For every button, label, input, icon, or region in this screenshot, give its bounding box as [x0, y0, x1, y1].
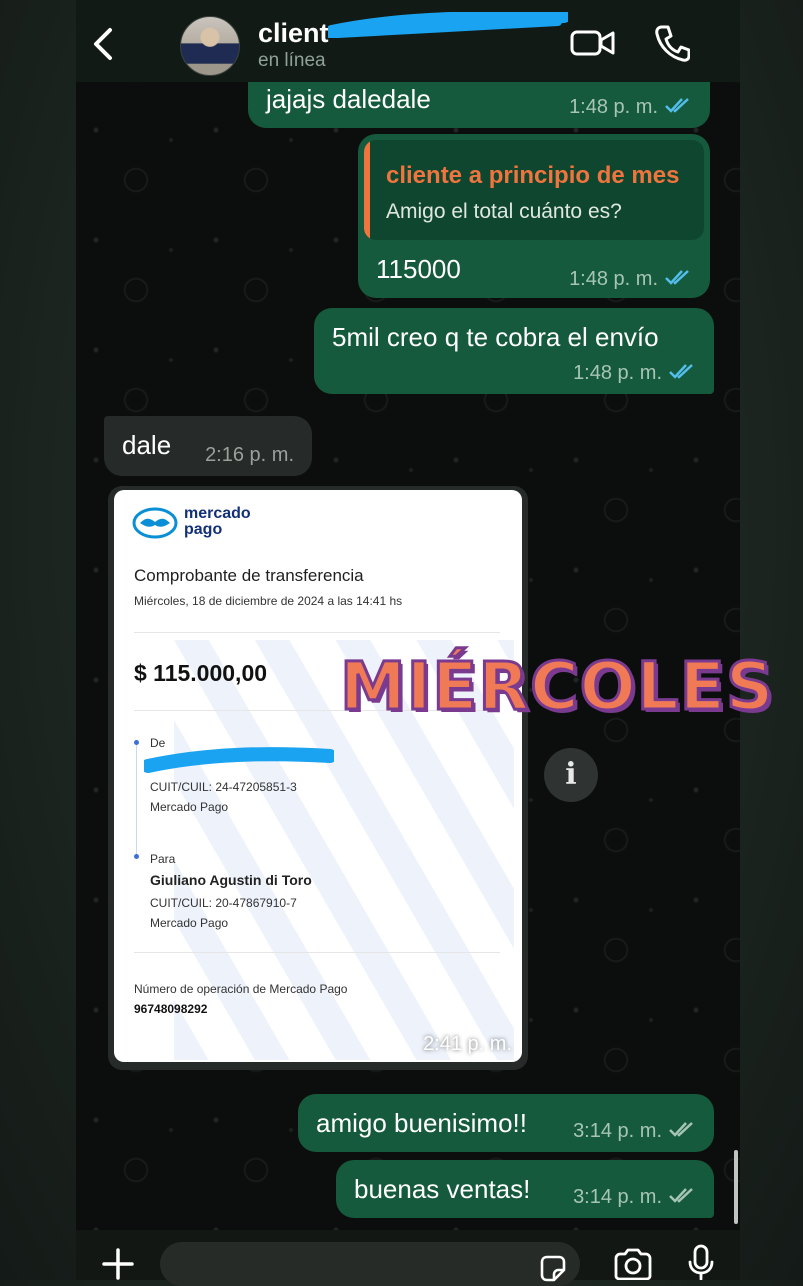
message-time: 3:14 p. m.	[573, 1120, 662, 1142]
microphone-icon[interactable]	[688, 1244, 714, 1280]
timeline-line	[136, 744, 137, 856]
camera-icon[interactable]	[612, 1248, 654, 1280]
to-label: Para	[150, 852, 176, 866]
message-text: amigo buenisimo!!	[316, 1108, 527, 1138]
receipt-date: Miércoles, 18 de diciembre de 2024 a las…	[134, 594, 403, 608]
read-receipt-icon	[665, 270, 689, 285]
message-time: 2:41 p. m.	[423, 1033, 512, 1055]
read-receipt-icon	[665, 98, 689, 113]
timeline-dot-from	[134, 740, 139, 745]
quoted-message[interactable]: cliente a principio de mes Amigo el tota…	[364, 140, 704, 240]
message-time: 1:48 p. m.	[569, 268, 658, 290]
info-icon[interactable]: i	[544, 748, 598, 802]
quote-accent-bar	[364, 140, 370, 240]
from-cuit: CUIT/CUIL: 24-47205851-3	[150, 780, 297, 794]
scrollbar[interactable]	[734, 1150, 738, 1224]
operation-number: 96748098292	[134, 1002, 208, 1016]
message-bubble-outgoing[interactable]: buenas ventas! 3:14 p. m.	[336, 1160, 714, 1218]
input-bar	[76, 1230, 740, 1286]
message-bubble-outgoing[interactable]: amigo buenisimo!! 3:14 p. m.	[298, 1094, 714, 1152]
message-time: 3:14 p. m.	[573, 1186, 662, 1208]
quoted-sender-name: cliente a principio de mes	[386, 162, 680, 189]
brand-line-1: mercado	[184, 505, 251, 522]
receipt-amount: $ 115.000,00	[134, 660, 268, 686]
operation-number-label: Número de operación de Mercado Pago	[134, 982, 348, 996]
from-bank: Mercado Pago	[150, 800, 229, 814]
delivered-receipt-icon	[669, 1188, 693, 1203]
to-cuit: CUIT/CUIL: 20-47867910-7	[150, 896, 297, 910]
delivered-receipt-icon	[669, 1122, 693, 1137]
phone-call-icon[interactable]	[654, 24, 690, 62]
message-input[interactable]	[160, 1242, 580, 1286]
message-bubble-outgoing[interactable]: 5mil creo q te cobra el envío 1:48 p. m.	[314, 308, 714, 394]
message-text: buenas ventas!	[354, 1174, 531, 1204]
contact-avatar[interactable]	[180, 16, 240, 76]
quoted-text: Amigo el total cuánto es?	[386, 200, 622, 223]
divider	[134, 632, 500, 633]
mercado-pago-brand: mercado pago	[184, 506, 251, 538]
to-name: Giuliano Agustin di Toro	[150, 872, 312, 888]
to-bank: Mercado Pago	[150, 916, 229, 930]
message-text: jajajs daledale	[266, 84, 431, 114]
message-time: 1:48 p. m.	[569, 96, 658, 118]
message-text: 5mil creo q te cobra el envío	[332, 322, 659, 352]
sticker-text-overlay: MIÉRCOLES	[338, 647, 775, 727]
redaction-scribble	[144, 747, 334, 773]
divider	[134, 952, 500, 953]
back-arrow-icon[interactable]	[90, 26, 118, 62]
message-bubble-outgoing[interactable]: cliente a principio de mes Amigo el tota…	[358, 134, 710, 298]
chat-header: client en línea	[76, 0, 740, 82]
receipt-title: Comprobante de transferencia	[134, 566, 364, 585]
contact-status: en línea	[258, 50, 326, 71]
message-text: 115000	[376, 254, 461, 284]
read-receipt-icon	[669, 364, 693, 379]
transfer-receipt-image[interactable]: mercado pago Comprobante de transferenci…	[114, 490, 522, 1062]
message-bubble-incoming[interactable]: dale 2:16 p. m.	[104, 416, 312, 476]
video-call-icon[interactable]	[570, 26, 616, 60]
message-time: 1:48 p. m.	[573, 362, 662, 384]
plus-icon[interactable]	[100, 1246, 136, 1282]
message-time: 2:16 p. m.	[205, 444, 294, 466]
image-message[interactable]: mercado pago Comprobante de transferenci…	[108, 486, 528, 1070]
redaction-scribble	[328, 12, 568, 38]
message-text: dale	[122, 430, 172, 460]
mercado-pago-logo-icon	[132, 507, 178, 539]
brand-line-2: pago	[184, 521, 223, 538]
timeline-dot-to	[134, 854, 139, 859]
